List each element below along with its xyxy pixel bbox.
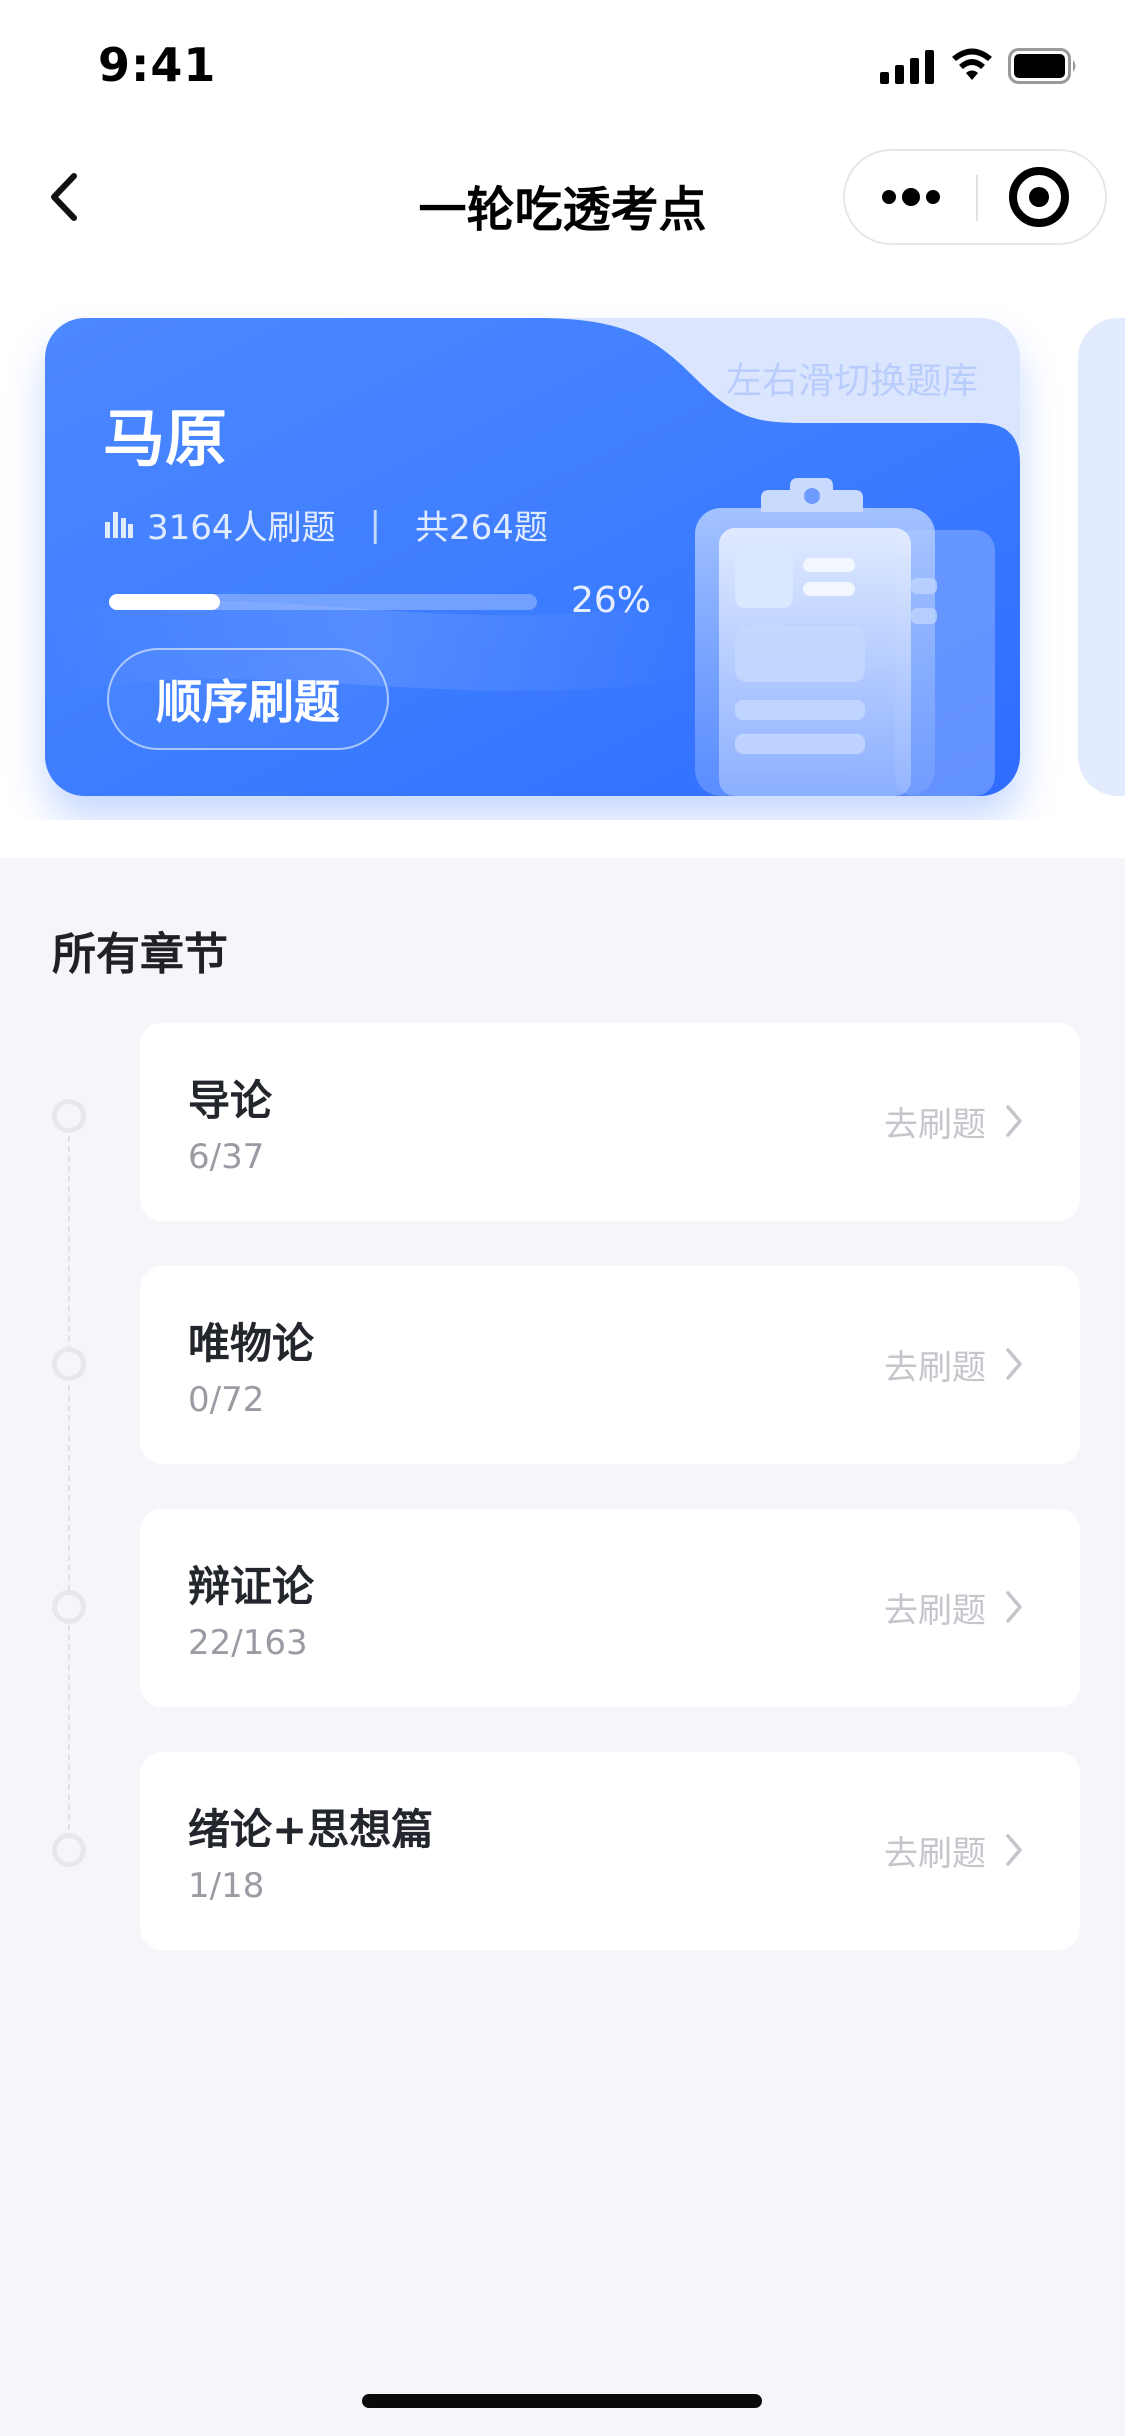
chapter-progress: 6/37 <box>188 1137 265 1177</box>
question-bank-card[interactable]: 左右滑切换题库 马原 3164人刷题 | 共264题 26% 顺序刷题 <box>45 318 1020 796</box>
practice-link[interactable]: 去刷题 <box>884 1097 986 1146</box>
more-options-icon[interactable] <box>845 151 975 243</box>
chapter-name: 唯物论 <box>188 1319 315 1368</box>
stats-separator: | <box>369 504 381 545</box>
status-bar: 9:41 <box>0 0 1125 132</box>
chapter-card-intro[interactable]: 导论 6/37 去刷题 <box>140 1023 1080 1221</box>
users-count: 3164人刷题 <box>147 508 336 548</box>
chapter-progress: 22/163 <box>188 1623 308 1663</box>
timeline-dot <box>52 1833 86 1867</box>
chevron-right-icon <box>1006 1105 1022 1137</box>
chapter-card-dialectics[interactable]: 辩证论 22/163 去刷题 <box>140 1509 1080 1707</box>
total-questions: 共264题 <box>415 508 548 548</box>
sequential-practice-button[interactable]: 顺序刷题 <box>107 648 389 750</box>
timeline-dot <box>52 1099 86 1133</box>
card-stats: 3164人刷题 | 共264题 <box>105 500 548 549</box>
close-program-icon[interactable] <box>979 151 1105 243</box>
wifi-icon <box>952 48 992 80</box>
swipe-hint: 左右滑切换题库 <box>725 361 978 402</box>
subject-title: 马原 <box>103 402 228 475</box>
chapter-card-thought[interactable]: 绪论+思想篇 1/18 去刷题 <box>140 1752 1080 1950</box>
timeline-dot <box>52 1590 86 1624</box>
chapter-progress: 0/72 <box>188 1380 265 1420</box>
progress-fill <box>109 594 221 610</box>
next-question-bank-card[interactable] <box>1078 318 1125 796</box>
clipboard-icon <box>695 478 995 796</box>
chevron-right-icon <box>1006 1591 1022 1623</box>
chapter-name: 绪论+思想篇 <box>188 1805 434 1854</box>
cellular-signal-icon <box>880 50 934 84</box>
chapter-card-materialism[interactable]: 唯物论 0/72 去刷题 <box>140 1266 1080 1464</box>
section-title: 所有章节 <box>52 929 228 980</box>
practice-link[interactable]: 去刷题 <box>884 1583 986 1632</box>
timeline-dot <box>52 1347 86 1381</box>
home-indicator[interactable] <box>362 2394 762 2408</box>
progress-bar <box>109 594 537 610</box>
chevron-right-icon <box>1006 1834 1022 1866</box>
mini-program-capsule <box>843 149 1107 245</box>
status-time: 9:41 <box>98 38 217 92</box>
question-bank-carousel[interactable]: 左右滑切换题库 马原 3164人刷题 | 共264题 26% 顺序刷题 <box>0 300 1125 820</box>
practice-link[interactable]: 去刷题 <box>884 1826 986 1875</box>
capsule-divider <box>976 175 978 221</box>
battery-icon <box>1008 48 1076 84</box>
chapter-progress: 1/18 <box>188 1866 265 1906</box>
chapter-name: 导论 <box>188 1076 273 1125</box>
bar-chart-icon <box>105 511 133 538</box>
timeline-line <box>68 1116 70 1850</box>
chapter-name: 辩证论 <box>188 1562 315 1611</box>
practice-link[interactable]: 去刷题 <box>884 1340 986 1389</box>
chevron-right-icon <box>1006 1348 1022 1380</box>
progress-percent: 26% <box>571 580 652 621</box>
navigation-bar: 一轮吃透考点 <box>0 132 1125 264</box>
